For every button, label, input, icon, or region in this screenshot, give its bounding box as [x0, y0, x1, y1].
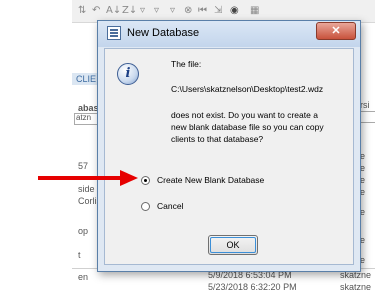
- arrow-head: [120, 170, 138, 186]
- arrow-annotation: [38, 170, 138, 186]
